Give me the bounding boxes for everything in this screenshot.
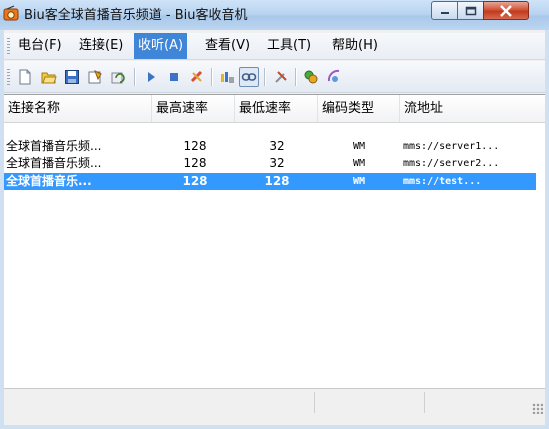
cell-min-rate: 32 (269, 139, 285, 153)
table-row[interactable]: 全球首播音乐频... 128 32 WM mms://server1... (4, 138, 536, 155)
connection-list[interactable]: 连接名称 最高速率 最低速率 编码类型 流地址 全球首播音乐频... 128 3… (4, 94, 545, 388)
maximize-icon (465, 6, 476, 15)
refresh-icon[interactable] (108, 67, 128, 87)
save-icon[interactable] (62, 67, 82, 87)
menu-listen[interactable]: 收听(A) (134, 33, 188, 59)
toolbar-separator (295, 68, 297, 86)
radio-app-icon[interactable] (3, 5, 19, 21)
menu-tools[interactable]: 工具(T) (263, 33, 315, 59)
toolbar-separator (211, 68, 213, 86)
column-header-codec[interactable]: 编码类型 (318, 95, 400, 122)
window-body: 电台(F) 连接(E) 收听(A) 查看(V) 工具(T) 帮助(H) 连接名称… (4, 30, 545, 425)
cell-name: 全球首播音乐频... (6, 156, 102, 170)
cell-max-rate: 128 (183, 139, 207, 153)
close-button[interactable] (483, 1, 529, 20)
status-pane-divider (424, 392, 425, 413)
menu-help[interactable]: 帮助(H) (328, 33, 382, 59)
cell-min-rate: 128 (264, 174, 290, 188)
equalizer-icon[interactable] (217, 67, 237, 87)
network-icon[interactable] (324, 67, 344, 87)
toolbar-separator (264, 68, 266, 86)
column-header-stream-url[interactable]: 流地址 (400, 95, 545, 122)
menu-view[interactable]: 查看(V) (201, 33, 254, 59)
properties-icon[interactable] (85, 67, 105, 87)
status-pane-divider (314, 392, 315, 413)
menu-grip[interactable] (7, 38, 10, 54)
table-row[interactable]: 全球首播音乐频... 128 32 WM mms://server2... (4, 155, 536, 172)
column-header-name[interactable]: 连接名称 (4, 95, 152, 122)
window-title: Biu客全球首播音乐频道 - Biu客收音机 (24, 8, 248, 23)
toolbar-separator (134, 68, 136, 86)
new-icon[interactable] (15, 67, 35, 87)
stop-icon[interactable] (164, 67, 184, 87)
list-header: 连接名称 最高速率 最低速率 编码类型 流地址 (4, 95, 545, 123)
cell-min-rate: 32 (269, 156, 285, 170)
cell-codec: WM (352, 158, 366, 169)
menu-bar: 电台(F) 连接(E) 收听(A) 查看(V) 工具(T) 帮助(H) (4, 33, 545, 60)
cell-codec: WM (352, 176, 366, 187)
table-row-selected[interactable]: 全球首播音乐... 128 128 WM mms://test... (4, 173, 536, 190)
resize-grip-icon[interactable] (532, 403, 543, 414)
link-icon[interactable] (239, 67, 259, 87)
menu-station[interactable]: 电台(F) (14, 33, 66, 59)
title-bar[interactable]: Biu客全球首播音乐频道 - Biu客收音机 (0, 0, 549, 30)
column-header-max-rate[interactable]: 最高速率 (152, 95, 235, 122)
toolbar (4, 61, 545, 93)
cell-stream-url: mms://server1... (403, 141, 500, 152)
cell-stream-url: mms://test... (403, 176, 482, 187)
cell-stream-url: mms://server2... (403, 158, 500, 169)
cell-name: 全球首播音乐频... (6, 139, 102, 153)
cell-name: 全球首播音乐... (6, 174, 92, 188)
status-bar (4, 388, 545, 416)
minimize-button[interactable] (431, 1, 458, 20)
maximize-button[interactable] (457, 1, 484, 20)
cell-codec: WM (352, 141, 366, 152)
disconnect-icon[interactable] (187, 67, 207, 87)
cell-max-rate: 128 (182, 174, 208, 188)
menu-connect[interactable]: 连接(E) (75, 33, 127, 59)
tools-icon[interactable] (271, 67, 291, 87)
open-folder-icon[interactable] (39, 67, 59, 87)
close-icon (500, 4, 512, 17)
toolbar-grip[interactable] (7, 69, 10, 85)
plugin-icon[interactable] (301, 67, 321, 87)
column-header-min-rate[interactable]: 最低速率 (235, 95, 318, 122)
minimize-icon (440, 11, 449, 14)
cell-max-rate: 128 (183, 156, 207, 170)
play-icon[interactable] (141, 67, 161, 87)
